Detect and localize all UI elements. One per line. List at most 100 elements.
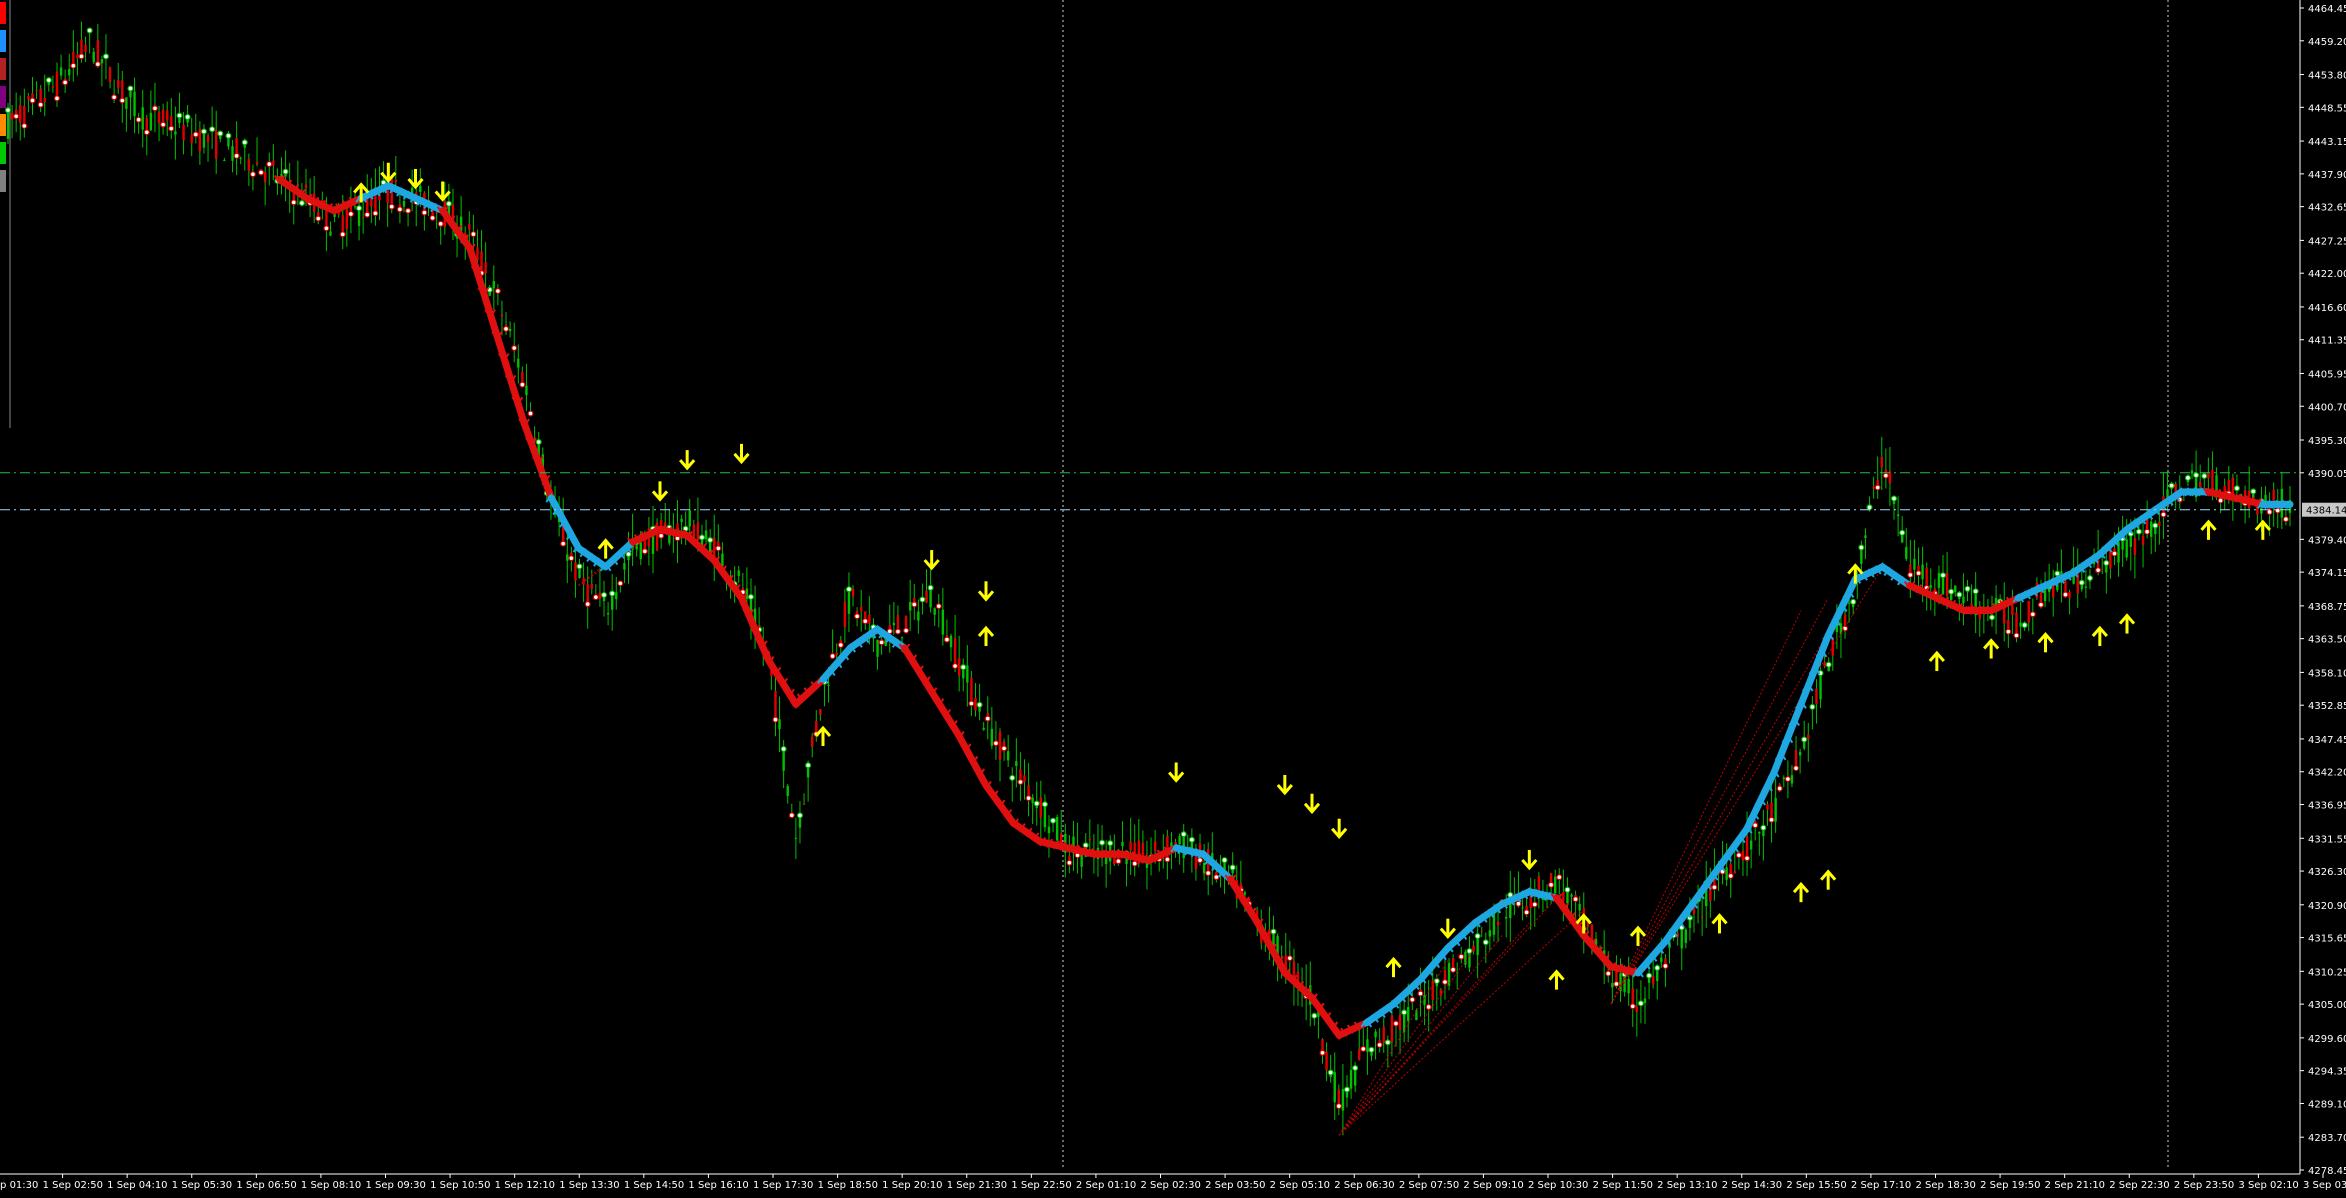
candle-dot-marker — [1229, 864, 1236, 871]
price-tick-label: 4411.35 — [2308, 336, 2346, 347]
candle-dot-marker — [968, 700, 975, 707]
candle-body — [819, 709, 822, 716]
indicator-swatch — [0, 142, 6, 164]
time-tick-label: 2 Sep 21:10 — [2045, 1180, 2105, 1191]
candle-dot-marker — [1915, 570, 1922, 577]
candle-body — [1521, 907, 1524, 909]
candle-body — [304, 184, 308, 189]
price-tick-label: 4310.25 — [2308, 967, 2346, 978]
candle-body — [125, 97, 128, 109]
candle-body — [1962, 596, 1965, 604]
candle-body — [55, 71, 59, 99]
candle-body — [786, 785, 789, 797]
candle-dot-marker — [364, 211, 371, 218]
candle-dot-marker — [184, 113, 191, 120]
candle-dot-marker — [1882, 472, 1889, 479]
candle-body — [574, 562, 577, 581]
time-tick-label: 1 Sep 09:30 — [366, 1180, 426, 1191]
time-tick-label: 2 Sep 18:30 — [1916, 1180, 1976, 1191]
candle-body — [329, 231, 332, 236]
candle-body — [2019, 622, 2022, 627]
candle-dot-marker — [1548, 881, 1555, 888]
price-tick-label: 4368.75 — [2308, 602, 2346, 613]
chart-window[interactable]: 4464.45 4459.20 4453.80 4448.55 4443.15 4437.… — [0, 0, 2346, 1194]
candle-dot-marker — [1213, 874, 1220, 881]
candle-dot-marker — [707, 537, 714, 544]
candle-body — [998, 731, 1002, 760]
candle-body — [255, 162, 259, 165]
price-tick-label: 4405.95 — [2308, 369, 2346, 380]
time-tick-label: 1 Sep 05:30 — [172, 1180, 232, 1191]
candle-dot-marker — [1956, 591, 1963, 598]
candle-body — [868, 614, 871, 624]
candle-body — [198, 128, 202, 152]
candle-dot-marker — [747, 593, 754, 600]
candle-dot-marker — [658, 532, 665, 539]
candle-dot-marker — [772, 716, 779, 723]
candle-dot-marker — [315, 215, 322, 222]
candle-body — [737, 570, 740, 577]
candle-body — [1847, 602, 1851, 604]
time-tick-label: 2 Sep 15:50 — [1786, 1180, 1846, 1191]
candle-dot-marker — [2193, 472, 2200, 479]
price-tick-label: 4416.60 — [2308, 303, 2346, 314]
candle-body — [76, 54, 79, 59]
candle-body — [2150, 521, 2153, 537]
candle-dot-marker — [2152, 522, 2159, 529]
candle-body — [1749, 840, 1753, 850]
candle-body — [974, 697, 977, 711]
candle-body — [1872, 486, 1875, 489]
candle-body — [1643, 998, 1647, 1003]
candle-body — [811, 736, 814, 747]
candle-body — [43, 97, 46, 103]
candle-body — [10, 113, 14, 120]
time-tick-label: 1 Sep 22:50 — [1011, 1180, 1071, 1191]
candle-dot-marker — [854, 613, 861, 620]
candle-body — [582, 577, 585, 585]
candle-body — [696, 522, 700, 539]
candle-dot-marker — [1654, 964, 1661, 971]
candle-body — [1121, 842, 1124, 847]
price-tick-label: 4352.85 — [2308, 701, 2346, 712]
price-tick-label: 4459.20 — [2308, 37, 2346, 48]
candle-dot-marker — [356, 205, 363, 212]
candle-dot-marker — [2144, 528, 2151, 535]
candle-body — [1815, 688, 1818, 705]
candle-body — [1611, 983, 1614, 988]
candle-body — [892, 622, 896, 626]
candle-dot-marker — [1286, 955, 1293, 962]
candle-body — [598, 592, 602, 600]
time-tick-label: 1 Sep 04:10 — [107, 1180, 167, 1191]
candle-dot-marker — [470, 231, 477, 238]
candle-body — [1047, 826, 1051, 834]
price-tick-label: 4294.35 — [2308, 1067, 2346, 1078]
candle-body — [680, 518, 683, 522]
candle-dot-marker — [1343, 1086, 1350, 1093]
candle-dot-marker — [2233, 485, 2240, 492]
candle-dot-marker — [1776, 785, 1783, 792]
candle-body — [774, 690, 777, 720]
time-tick-label: 2 Sep 03:50 — [1205, 1180, 1265, 1191]
candle-dot-marker — [1752, 822, 1759, 829]
candle-body — [970, 677, 973, 704]
candle-body — [239, 157, 242, 159]
candle-body — [1496, 921, 1500, 926]
time-tick-label: 1 Sep 16:10 — [688, 1180, 748, 1191]
price-tick-label: 4278.45 — [2308, 1166, 2346, 1177]
candle-body — [957, 658, 961, 676]
candle-body — [1015, 761, 1018, 767]
price-tick-label: 4422.00 — [2308, 269, 2346, 280]
price-tick-label: 4390.05 — [2308, 469, 2346, 480]
time-tick-label: 1 Sep 02:50 — [43, 1180, 103, 1191]
candle-body — [1553, 876, 1557, 894]
time-tick-label: 2 Sep 17:10 — [1851, 1180, 1911, 1191]
candle-body — [908, 601, 912, 611]
candle-body — [2133, 538, 2137, 555]
candle-body — [2190, 470, 2194, 474]
price-chart[interactable]: 4464.45 4459.20 4453.80 4448.55 4443.15 4437.… — [0, 0, 2346, 1194]
candle-body — [1880, 456, 1883, 468]
candle-body — [900, 637, 904, 639]
indicator-swatch — [0, 58, 6, 80]
time-tick-label: 2 Sep 09:10 — [1463, 1180, 1523, 1191]
candle-body — [272, 160, 275, 166]
